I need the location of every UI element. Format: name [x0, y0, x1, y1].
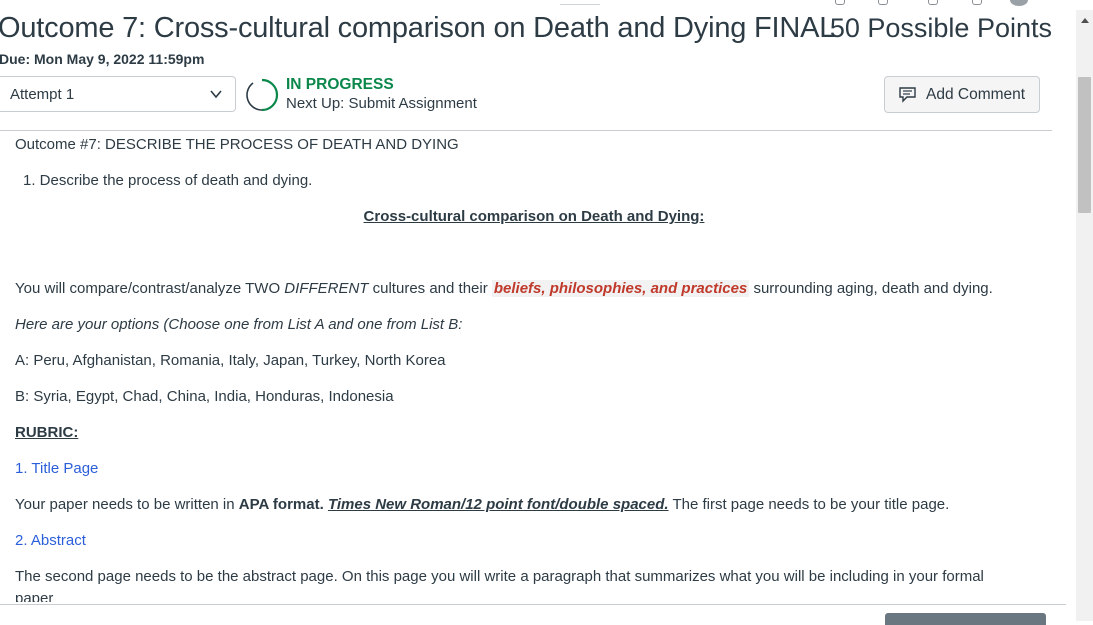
- section-heading: Cross-cultural comparison on Death and D…: [15, 208, 1053, 225]
- toolbar-icon[interactable]: [972, 0, 982, 5]
- font-requirement-text: Times New Roman/12 point font/double spa…: [327, 496, 669, 513]
- apa-format-text: APA format.: [238, 496, 324, 513]
- rubric-item-title-page[interactable]: 1. Title Page: [15, 460, 98, 477]
- browser-top-strip: [0, 0, 1076, 10]
- abstract-paragraph-overflow: paper: [15, 590, 75, 602]
- footer-button[interactable]: [885, 613, 1046, 625]
- list-b: B: Syria, Egypt, Chad, China, India, Hon…: [15, 388, 394, 405]
- rubric-heading: RUBRIC:: [15, 424, 79, 441]
- title-page-paragraph: Your paper needs to be written in APA fo…: [15, 496, 949, 513]
- progress-ring-icon: [246, 78, 279, 112]
- due-value: Mon May 9, 2022 11:59pm: [34, 51, 205, 67]
- scrollbar-thumb[interactable]: [1078, 77, 1091, 213]
- abstract-paragraph: The second page needs to be the abstract…: [15, 568, 984, 585]
- compare-text: You will compare/contrast/analyze TWO: [15, 280, 285, 297]
- compare-text: surrounding aging, death and dying.: [749, 280, 993, 297]
- assignment-title: Outcome 7: Cross-cultural comparison on …: [0, 12, 836, 44]
- possible-points: 50 Possible Points: [829, 13, 1052, 43]
- header-divider: [0, 130, 1052, 131]
- section-heading-text: Cross-cultural comparison on Death and D…: [363, 208, 705, 225]
- toolbar-icon[interactable]: [928, 0, 938, 5]
- paragraph-text: Your paper needs to be written in: [15, 496, 239, 513]
- status-badge: IN PROGRESS: [286, 76, 394, 93]
- options-intro: Here are your options (Choose one from L…: [15, 316, 463, 333]
- toolbar-icon[interactable]: [835, 0, 845, 5]
- compare-paragraph: You will compare/contrast/analyze TWO DI…: [15, 280, 993, 297]
- footer-divider: [0, 604, 1066, 605]
- compare-text: cultures and their: [368, 280, 492, 297]
- avatar[interactable]: [1010, 0, 1028, 6]
- due-date: Due: Mon May 9, 2022 11:59pm: [0, 51, 204, 67]
- list-item: 1. Describe the process of death and dyi…: [23, 172, 313, 189]
- compare-emphasis: DIFFERENT: [284, 280, 369, 297]
- workflow-status: IN PROGRESS Next Up: Submit Assignment: [286, 75, 477, 113]
- outcome-heading: Outcome #7: DESCRIBE THE PROCESS OF DEAT…: [15, 136, 459, 153]
- scroll-up-icon[interactable]: [1081, 18, 1089, 23]
- next-step-text: Next Up: Submit Assignment: [286, 95, 477, 112]
- toolbar-icon[interactable]: [878, 0, 888, 5]
- paragraph-text: The first page needs to be your title pa…: [668, 496, 950, 513]
- add-comment-label: Add Comment: [926, 86, 1026, 103]
- cut-off-toolbar-edge: [560, 0, 600, 5]
- comment-icon: [899, 87, 916, 103]
- list-a: A: Peru, Afghanistan, Romania, Italy, Ja…: [15, 352, 446, 369]
- abstract-paragraph-cut: paper: [15, 590, 54, 602]
- rubric-item-abstract[interactable]: 2. Abstract: [15, 532, 86, 549]
- add-comment-button[interactable]: Add Comment: [884, 76, 1040, 113]
- due-label: Due:: [0, 51, 31, 67]
- highlighted-phrase: beliefs, philosophies, and practices: [491, 280, 750, 297]
- attempt-select[interactable]: Attempt 1: [0, 76, 236, 112]
- chevron-down-icon: [210, 90, 222, 99]
- attempt-select-value: Attempt 1: [10, 86, 75, 103]
- vertical-scrollbar[interactable]: [1076, 10, 1093, 621]
